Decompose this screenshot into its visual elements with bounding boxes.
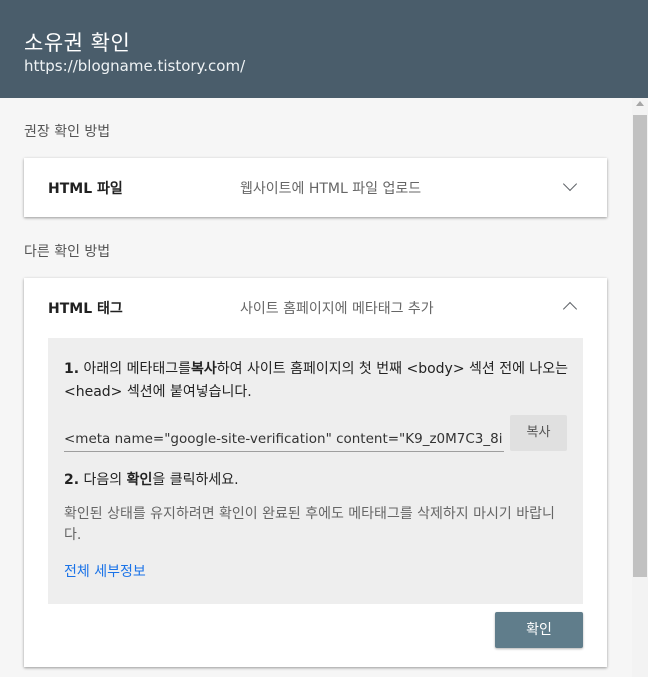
html-file-method-card[interactable]: HTML 파일 웹사이트에 HTML 파일 업로드 — [24, 158, 607, 217]
step-2-text-b: 을 클릭하세요. — [152, 472, 239, 488]
vertical-scrollbar[interactable] — [632, 98, 648, 677]
step-1-bold: 복사 — [191, 361, 217, 377]
html-tag-title: HTML 태그 — [48, 301, 123, 317]
step-2-text: 2. 다음의 확인을 클릭하세요. — [64, 469, 239, 489]
dialog-title: 소유권 확인 — [24, 31, 131, 55]
recommended-method-label: 권장 확인 방법 — [24, 124, 111, 140]
step-1-text-a: 아래의 메타태그를 — [83, 361, 192, 377]
keep-tag-note: 확인된 상태를 유지하려면 확인이 완료된 후에도 메타태그를 삭제하지 마시기… — [64, 506, 555, 543]
html-tag-method-card: HTML 태그 사이트 홈페이지에 메타태그 추가 1. 아래의 메타태그를복사… — [24, 278, 607, 667]
scroll-up-arrow-icon[interactable] — [636, 101, 644, 106]
chevron-up-icon[interactable] — [562, 301, 578, 317]
step-2-text-a: 다음의 — [83, 472, 123, 488]
other-method-label: 다른 확인 방법 — [24, 244, 111, 260]
property-url: https://blogname.tistory.com/ — [24, 57, 246, 75]
step-1-number: 1. — [64, 361, 80, 377]
html-file-title: HTML 파일 — [48, 181, 123, 197]
scrollbar-thumb[interactable] — [633, 115, 647, 577]
confirm-button[interactable]: 확인 — [495, 612, 583, 648]
dialog-content: 권장 확인 방법 HTML 파일 웹사이트에 HTML 파일 업로드 다른 확인… — [0, 98, 632, 677]
full-details-link[interactable]: 전체 세부정보 — [64, 561, 146, 581]
chevron-down-icon[interactable] — [562, 176, 578, 192]
dialog-header: 소유권 확인 https://blogname.tistory.com/ — [0, 0, 648, 98]
meta-tag-field[interactable]: <meta name="google-site-verification" co… — [64, 428, 504, 452]
step-2-number: 2. — [64, 472, 80, 488]
instructions-panel: 1. 아래의 메타태그를복사하여 사이트 홈페이지의 첫 번째 <body> 섹… — [48, 338, 583, 604]
html-file-description: 웹사이트에 HTML 파일 업로드 — [240, 181, 422, 197]
copy-button[interactable]: 복사 — [510, 415, 567, 451]
step-1-text: 1. 아래의 메타태그를복사하여 사이트 홈페이지의 첫 번째 <body> 섹… — [64, 358, 569, 404]
step-2-bold: 확인 — [126, 472, 153, 488]
html-tag-description: 사이트 홈페이지에 메타태그 추가 — [240, 301, 434, 317]
